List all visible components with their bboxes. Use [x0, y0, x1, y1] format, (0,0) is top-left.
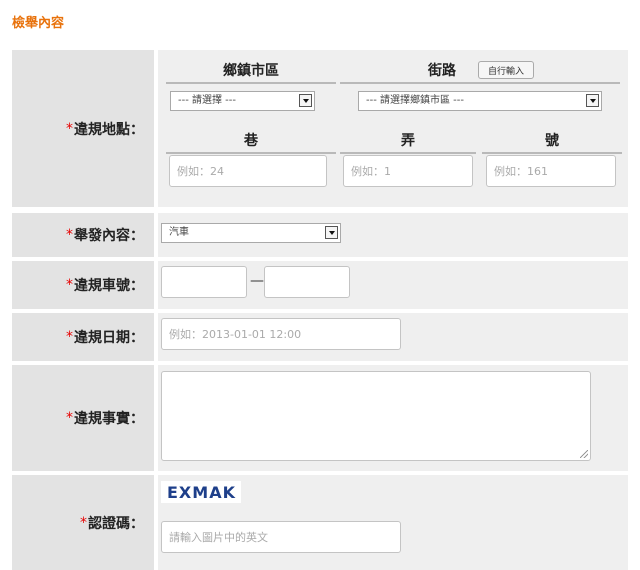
required-mark: * [66, 120, 73, 137]
location-fields: 鄉鎮市區 街路 自行輸入 --- 請選擇 --- --- 請選擇鄉鎮市區 ---… [154, 50, 628, 207]
date-row: * 違規日期： 例如：2013-01-01 12:00 [12, 313, 628, 361]
date-label: * 違規日期： [66, 329, 144, 346]
lane-header: 巷 [166, 130, 336, 154]
resize-grip-icon[interactable] [580, 450, 588, 458]
plate-prefix-input[interactable] [161, 266, 247, 298]
chevron-down-icon [325, 226, 338, 239]
date-fields: 例如：2013-01-01 12:00 [154, 313, 628, 361]
plate-fields: — [154, 261, 628, 309]
page-title: 檢舉內容 [12, 16, 65, 31]
facts-textarea[interactable] [161, 371, 591, 461]
chevron-down-icon [586, 94, 599, 107]
lane-input[interactable]: 例如：24 [169, 155, 327, 187]
manual-input-button[interactable]: 自行輸入 [478, 61, 534, 79]
report-content-label: * 舉發內容： [66, 227, 144, 244]
facts-row: * 違規事實： [12, 365, 628, 471]
captcha-label: * 認證碼： [80, 514, 144, 532]
plate-label: * 違規車號： [66, 277, 144, 294]
number-header: 號 [482, 130, 622, 154]
plate-separator: — [250, 273, 264, 289]
alley-header: 弄 [340, 130, 476, 154]
plate-row: * 違規車號： — [12, 261, 628, 309]
captcha-row: * 認證碼： EXMAK 請輸入圖片中的英文 [12, 475, 628, 570]
location-row: * 違規地點： 鄉鎮市區 街路 自行輸入 --- 請選擇 --- --- 請選擇… [12, 50, 628, 207]
plate-suffix-input[interactable] [264, 266, 350, 298]
facts-fields [154, 365, 628, 471]
report-content-row: * 舉發內容： 汽車 [12, 213, 628, 257]
date-input[interactable]: 例如：2013-01-01 12:00 [161, 318, 401, 350]
district-select[interactable]: --- 請選擇 --- [170, 91, 315, 111]
captcha-input[interactable]: 請輸入圖片中的英文 [161, 521, 401, 553]
alley-input[interactable]: 例如：1 [343, 155, 473, 187]
chevron-down-icon [299, 94, 312, 107]
captcha-fields: EXMAK 請輸入圖片中的英文 [154, 475, 628, 570]
number-input[interactable]: 例如：161 [486, 155, 616, 187]
captcha-image: EXMAK [161, 481, 241, 503]
location-label: * 違規地點： [66, 120, 144, 138]
street-select[interactable]: --- 請選擇鄉鎮市區 --- [358, 91, 602, 111]
district-header: 鄉鎮市區 [166, 60, 336, 84]
facts-label: * 違規事實： [66, 410, 144, 427]
report-content-fields: 汽車 [154, 213, 628, 257]
report-content-select[interactable]: 汽車 [161, 223, 341, 243]
